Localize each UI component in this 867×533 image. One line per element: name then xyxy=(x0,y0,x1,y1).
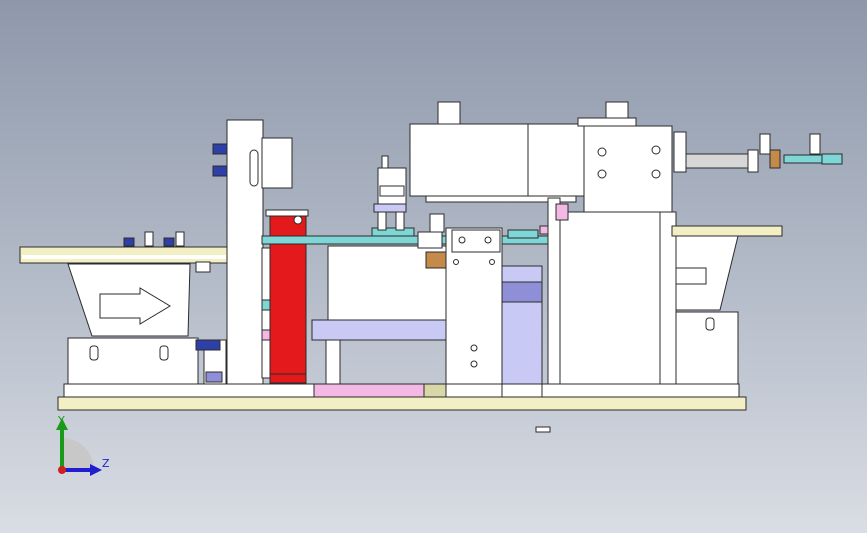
purple-block xyxy=(501,265,543,398)
cad-viewport[interactable]: Y Z xyxy=(0,0,867,533)
z-axis-label: Z xyxy=(102,457,110,470)
origin-marker xyxy=(535,426,551,433)
z-axis-arrow xyxy=(62,468,92,472)
left-feeder-table xyxy=(19,231,229,385)
sensor-fitting xyxy=(123,231,185,247)
pneumatic-cylinder xyxy=(673,131,843,173)
right-feeder-table xyxy=(671,225,783,385)
machine-assembly-drawing xyxy=(19,101,843,476)
y-axis-label: Y xyxy=(58,414,65,427)
origin-point xyxy=(58,466,66,474)
y-axis-arrow xyxy=(60,428,64,468)
center-frame xyxy=(311,245,453,398)
valve-block xyxy=(445,227,509,398)
teal-rail xyxy=(261,225,561,245)
